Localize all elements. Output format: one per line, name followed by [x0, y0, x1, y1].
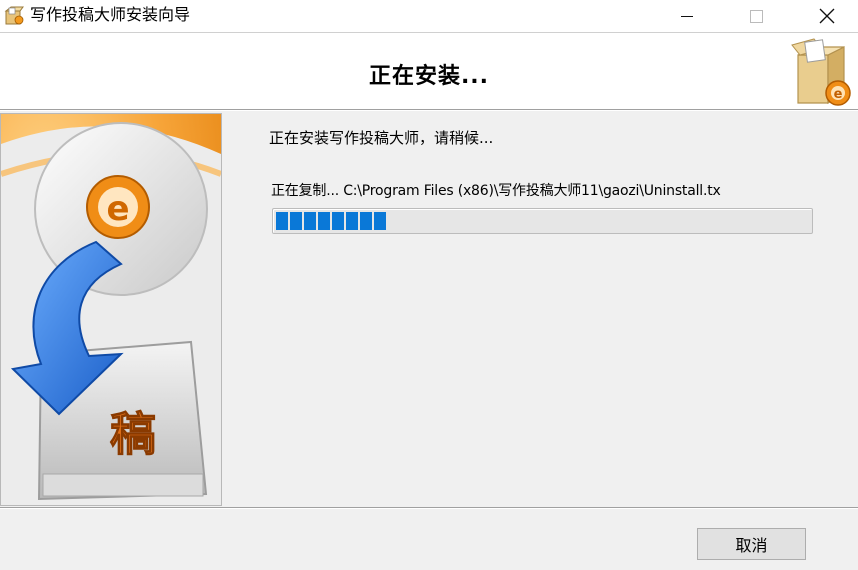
svg-text:e: e [834, 87, 843, 102]
maximize-icon [749, 9, 763, 23]
page-title: 正在安装... [368, 64, 490, 89]
progress-segment [290, 212, 302, 230]
maximize-button[interactable] [733, 0, 779, 32]
installer-box-icon: e [791, 38, 851, 106]
install-status-text: 正在安装写作投稿大师，请稍候... [269, 129, 494, 147]
footer-separator [0, 507, 858, 509]
progress-segment [304, 212, 316, 230]
progress-segment [360, 212, 372, 230]
badge-letter: e [106, 189, 129, 229]
installer-box-icon [4, 6, 24, 25]
progress-segment [374, 212, 386, 230]
progress-segment [332, 212, 344, 230]
close-button[interactable] [804, 0, 850, 32]
title-bar: 写作投稿大师安装向导 [0, 0, 858, 32]
wizard-header: 正在安装... e [0, 32, 858, 109]
install-progress-bar [272, 208, 813, 234]
side-glyph: 稿 [110, 407, 156, 461]
progress-segment [346, 212, 358, 230]
window-title: 写作投稿大师安装向导 [30, 5, 191, 24]
progress-segment [276, 212, 288, 230]
copy-progress-text: 正在复制... C:\Program Files (x86)\写作投稿大师11\… [271, 183, 721, 199]
minimize-button[interactable] [664, 0, 710, 32]
minimize-icon [681, 15, 693, 17]
header-separator [0, 109, 858, 111]
close-icon [819, 8, 835, 24]
cancel-button[interactable]: 取消 [697, 528, 806, 560]
side-banner-image: e 稿 [0, 113, 222, 506]
progress-segment [318, 212, 330, 230]
install-disc-arrow-graphic: e 稿 [1, 114, 221, 505]
